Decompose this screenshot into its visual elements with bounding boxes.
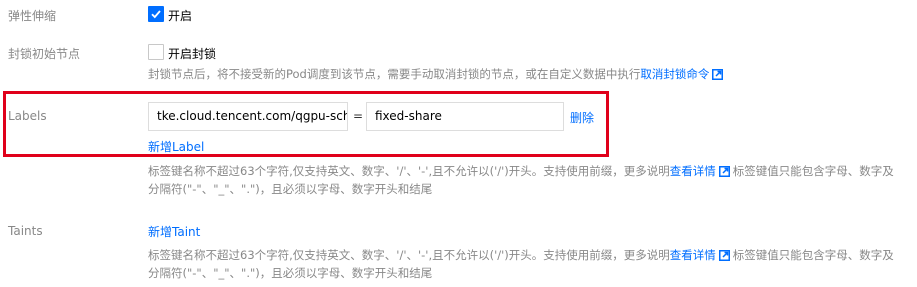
external-link-icon[interactable] xyxy=(712,69,724,80)
labels-help-line2: 分隔符("-"、"_"、".")，且必须以字母、数字开头和结尾 xyxy=(148,182,433,196)
labels-label: Labels xyxy=(8,109,47,123)
taints-view-details-link[interactable]: 查看详情 xyxy=(670,248,716,262)
cordon-help-text: 封锁节点后，将不接受新的Pod调度到该节点，需要手动取消封锁的节点，或在自定义数… xyxy=(148,64,726,85)
cordon-label: 封锁初始节点 xyxy=(8,47,81,61)
label-value-input[interactable]: fixed-share xyxy=(366,102,564,131)
cordon-checkbox[interactable] xyxy=(148,44,164,60)
label-equals-sign: = xyxy=(353,109,364,123)
cordon-help-description: 封锁节点后，将不接受新的Pod调度到该节点，需要手动取消封锁的节点，或在自定义数… xyxy=(148,67,641,81)
elastic-scaling-checkbox-label: 开启 xyxy=(168,9,193,23)
cordon-checkbox-label: 开启封锁 xyxy=(168,47,217,61)
add-label-link[interactable]: 新增Label xyxy=(148,138,204,155)
labels-help-text-a: 标签键名称不超过63个字符,仅支持英文、数字、'/'、'-',且不允许以('/'… xyxy=(148,164,670,178)
checkmark-icon xyxy=(151,10,161,19)
labels-view-details-link[interactable]: 查看详情 xyxy=(670,164,716,178)
taints-help-text-a: 标签键名称不超过63个字符,仅支持英文、数字、'/'、'-',且不允许以('/'… xyxy=(148,248,670,262)
taints-label: Taints xyxy=(8,224,43,238)
elastic-scaling-checkbox[interactable] xyxy=(148,6,164,22)
uncordon-command-link[interactable]: 取消封锁命令 xyxy=(640,67,709,81)
taints-help-line2: 分隔符("-"、"_"、".")，且必须以字母、数字开头和结尾 xyxy=(148,266,433,280)
add-taint-link[interactable]: 新增Taint xyxy=(148,223,200,240)
external-link-icon[interactable] xyxy=(718,166,730,177)
delete-label-link[interactable]: 删除 xyxy=(570,109,594,126)
label-key-input[interactable]: tke.cloud.tencent.com/qgpu-schedule-poli… xyxy=(148,102,348,131)
taints-help-text-b: 标签键值只能包含字母、数字及 xyxy=(732,248,894,262)
elastic-scaling-label: 弹性伸缩 xyxy=(8,9,57,23)
labels-help-text-b: 标签键值只能包含字母、数字及 xyxy=(732,164,894,178)
external-link-icon[interactable] xyxy=(718,250,730,261)
